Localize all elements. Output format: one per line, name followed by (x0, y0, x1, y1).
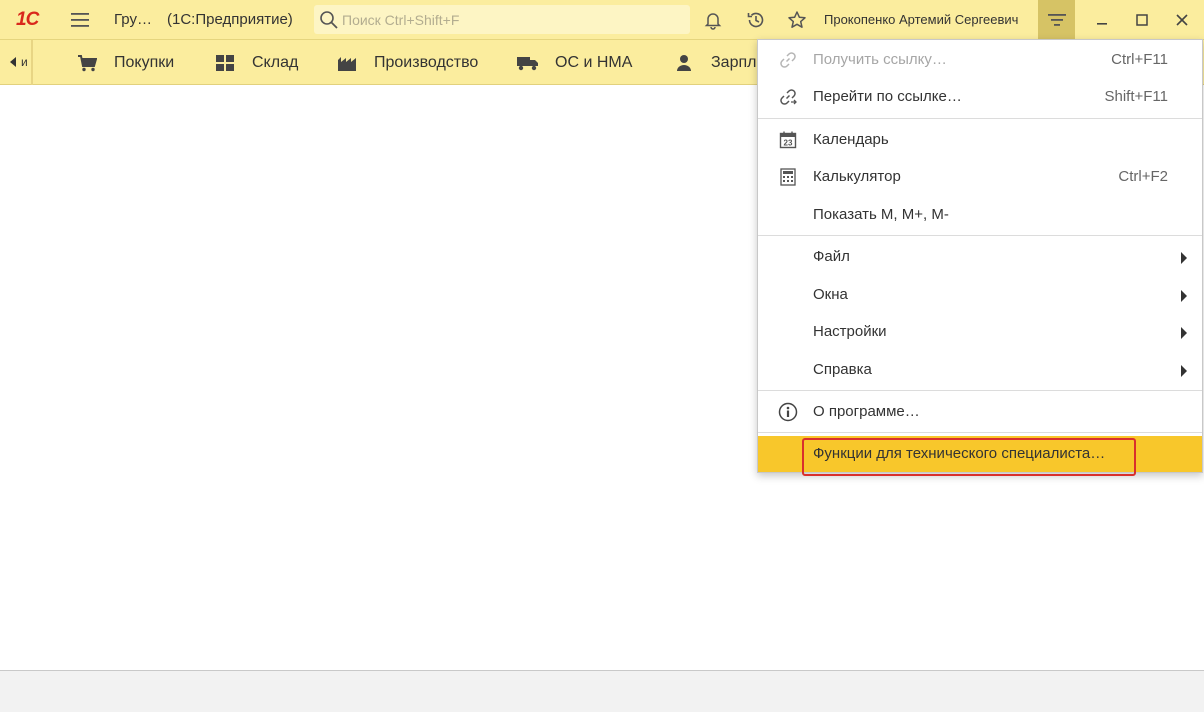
calculator-icon (778, 167, 798, 187)
menu-item-label: Календарь (813, 131, 889, 148)
scroll-left-icon[interactable] (8, 55, 22, 69)
menu-item-calendar[interactable]: 23 Календарь (758, 122, 1202, 158)
menu-item-calculator[interactable]: Калькулятор Ctrl+F2 (758, 159, 1202, 195)
user-name[interactable]: Прокопенко Артемий Сергеевич (824, 12, 1018, 27)
menu-item-get-link[interactable]: Получить ссылку… Ctrl+F11 (758, 42, 1202, 78)
menu-item-shortcut: Shift+F11 (1104, 88, 1168, 105)
section-label: Зарпл (711, 53, 757, 71)
section-production[interactable]: Производство (336, 40, 478, 85)
section-label: Покупки (114, 53, 175, 71)
app-title: Гру… (114, 11, 152, 28)
maximize-icon[interactable] (1132, 10, 1152, 30)
star-icon[interactable] (786, 9, 808, 31)
menu-item-settings[interactable]: Настройки (758, 314, 1202, 350)
menu-separator (758, 390, 1202, 391)
functions-dropdown-menu: Получить ссылку… Ctrl+F11 Перейти по ссы… (757, 39, 1203, 476)
menu-lines-icon (1047, 14, 1066, 26)
section-label: Склад (252, 53, 299, 71)
link-icon (778, 50, 798, 70)
menu-item-file[interactable]: Файл (758, 239, 1202, 275)
menu-item-label: О программе… (813, 403, 920, 420)
menu-item-label: Перейти по ссылке… (813, 88, 962, 105)
section-warehouse[interactable]: Склад (214, 40, 298, 85)
section-label: ОС и НМА (555, 53, 633, 71)
close-icon[interactable] (1172, 10, 1192, 30)
submenu-arrow-icon (1180, 326, 1188, 339)
history-icon[interactable] (745, 9, 767, 31)
person-icon (673, 52, 695, 74)
menu-item-label: Окна (813, 286, 848, 303)
menu-item-show-memory[interactable]: Показать M, M+, M- (758, 197, 1202, 233)
menu-separator (758, 118, 1202, 119)
section-cut-label: и (21, 55, 28, 69)
menu-item-label: Калькулятор (813, 168, 901, 185)
menu-item-shortcut: Ctrl+F2 (1118, 168, 1168, 185)
menu-item-tech-functions[interactable]: Функции для технического специалиста… (758, 436, 1202, 476)
search-input[interactable] (342, 8, 682, 31)
calendar-day: 23 (784, 139, 793, 148)
functions-menu-button[interactable] (1038, 0, 1075, 40)
app-subtitle: (1С:Предприятие) (167, 11, 293, 28)
section-divider (31, 40, 33, 85)
truck-icon (517, 52, 539, 74)
menu-separator (758, 235, 1202, 236)
menu-item-label: Показать M, M+, M- (813, 206, 949, 223)
info-icon (778, 402, 798, 422)
bell-icon[interactable] (702, 9, 724, 31)
section-salary[interactable]: Зарпл (673, 40, 756, 85)
submenu-arrow-icon (1180, 364, 1188, 377)
menu-item-label: Файл (813, 248, 850, 265)
status-bar (0, 670, 1204, 712)
section-label: Производство (374, 53, 479, 71)
calendar-icon: 23 (778, 130, 798, 150)
menu-item-about[interactable]: О программе… (758, 394, 1202, 430)
cart-icon (76, 52, 98, 74)
app-logo: 1С (16, 9, 39, 30)
menu-item-go-link[interactable]: Перейти по ссылке… Shift+F11 (758, 79, 1202, 115)
menu-item-label: Функции для технического специалиста… (813, 445, 1106, 462)
menu-item-label: Настройки (813, 323, 887, 340)
menu-separator (758, 432, 1202, 433)
search-icon (319, 10, 339, 30)
submenu-arrow-icon (1180, 289, 1188, 302)
warehouse-icon (214, 52, 236, 74)
menu-item-shortcut: Ctrl+F11 (1111, 51, 1168, 68)
section-fixed-assets[interactable]: ОС и НМА (517, 40, 632, 85)
factory-icon (336, 52, 358, 74)
main-menu-icon[interactable] (68, 10, 92, 30)
minimize-icon[interactable] (1092, 10, 1112, 30)
title-bar: 1С Гру… (1С:Предприятие) Прокопенко Арте… (0, 0, 1204, 40)
menu-item-label: Получить ссылку… (813, 51, 947, 68)
menu-item-label: Справка (813, 361, 872, 378)
search-box[interactable] (314, 5, 690, 34)
go-link-icon (778, 87, 798, 107)
menu-item-windows[interactable]: Окна (758, 277, 1202, 313)
submenu-arrow-icon (1180, 251, 1188, 264)
menu-item-help[interactable]: Справка (758, 352, 1202, 388)
section-purchases[interactable]: Покупки (76, 40, 174, 85)
